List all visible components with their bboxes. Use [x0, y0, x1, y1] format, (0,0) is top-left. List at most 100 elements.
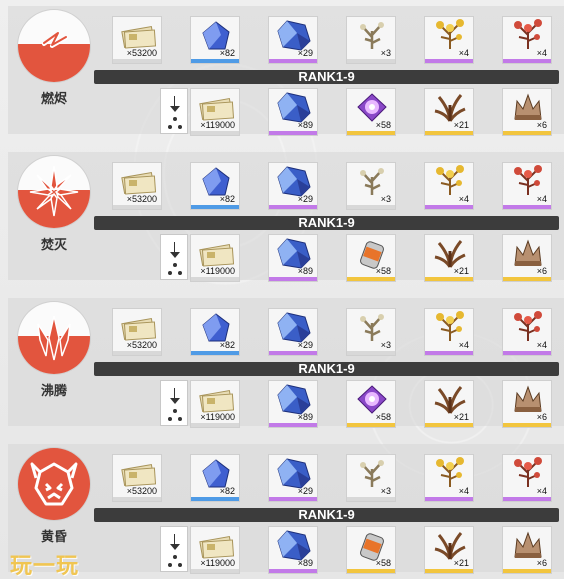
orange-canister-icon	[360, 533, 384, 561]
material-item[interactable]: ×21	[424, 380, 474, 428]
material-item[interactable]: ×82	[190, 454, 240, 502]
material-quantity: ×29	[297, 340, 313, 350]
plant-sprout-icon	[360, 460, 384, 487]
blue-crystal-large-icon	[277, 384, 311, 415]
material-item[interactable]: ×21	[424, 88, 474, 136]
red-plant-icon	[514, 165, 542, 195]
material-item[interactable]: ×119000	[190, 380, 240, 428]
material-item[interactable]: ×3	[346, 308, 396, 356]
orange-canister-icon	[360, 241, 384, 269]
quality-stripe	[347, 277, 395, 281]
element-block-0: 燃烬 RANK1-9 ×53200 ×82 ×29 ×3 ×4 ×4 ×119000 ×89 ×…	[0, 6, 564, 136]
material-quantity: ×119000	[200, 266, 235, 276]
material-quantity: ×21	[453, 120, 469, 130]
material-quantity: ×29	[297, 194, 313, 204]
material-item[interactable]: ×58	[346, 234, 396, 282]
quality-stripe	[113, 205, 161, 209]
material-quantity: ×29	[297, 486, 313, 496]
plant-sprout-icon	[360, 168, 384, 195]
material-item[interactable]: ×29	[268, 16, 318, 64]
material-item[interactable]: ×119000	[190, 88, 240, 136]
material-quantity: ×21	[453, 266, 469, 276]
material-quantity: ×4	[536, 486, 547, 496]
material-item[interactable]: ×89	[268, 380, 318, 428]
quality-stripe	[191, 277, 239, 281]
quality-stripe	[425, 59, 473, 63]
material-item[interactable]: ×6	[502, 234, 552, 282]
material-item[interactable]: ×89	[268, 234, 318, 282]
material-item[interactable]: ×29	[268, 454, 318, 502]
material-item[interactable]: ×3	[346, 162, 396, 210]
material-item[interactable]: ×4	[502, 162, 552, 210]
material-item[interactable]: ×4	[502, 16, 552, 64]
quality-stripe	[191, 131, 239, 135]
blue-crystal-small-icon	[202, 313, 230, 342]
quality-stripe	[269, 351, 317, 355]
credit-bills-icon	[121, 317, 157, 341]
material-item[interactable]: ×4	[502, 454, 552, 502]
rank-label: RANK1-9	[94, 362, 559, 376]
material-quantity: ×4	[458, 486, 469, 496]
quality-stripe	[503, 131, 551, 135]
material-item[interactable]: ×6	[502, 526, 552, 574]
watermark-logo: 玩一玩	[10, 553, 80, 578]
material-quantity: ×53200	[126, 486, 157, 496]
material-quantity: ×4	[458, 340, 469, 350]
material-quantity: ×6	[536, 558, 547, 568]
gold-plant-icon	[436, 165, 464, 195]
material-item[interactable]: ×82	[190, 162, 240, 210]
material-item[interactable]: ×82	[190, 308, 240, 356]
material-item[interactable]: ×119000	[190, 234, 240, 282]
quality-stripe	[503, 423, 551, 427]
material-item[interactable]: ×58	[346, 526, 396, 574]
material-item[interactable]: ×4	[424, 454, 474, 502]
material-item[interactable]: ×3	[346, 454, 396, 502]
blue-crystal-large-icon	[277, 20, 311, 51]
quality-stripe	[191, 205, 239, 209]
element-name: 燃烬	[40, 91, 67, 106]
material-item[interactable]: ×53200	[112, 454, 162, 502]
quality-stripe	[269, 423, 317, 427]
quality-stripe	[425, 205, 473, 209]
element-block-1: 焚灭 RANK1-9 ×53200 ×82 ×29 ×3 ×4 ×4 ×119000 ×89 ×…	[0, 152, 564, 282]
quality-stripe	[503, 569, 551, 573]
material-item[interactable]: ×4	[502, 308, 552, 356]
material-item[interactable]: ×4	[424, 308, 474, 356]
material-item[interactable]: ×58	[346, 380, 396, 428]
quality-stripe	[191, 423, 239, 427]
material-item[interactable]: ×89	[268, 526, 318, 574]
material-quantity: ×89	[297, 120, 313, 130]
material-item[interactable]: ×4	[424, 162, 474, 210]
material-item[interactable]: ×29	[268, 162, 318, 210]
material-quantity: ×119000	[200, 120, 235, 130]
material-item[interactable]: ×21	[424, 526, 474, 574]
material-item[interactable]: ×58	[346, 88, 396, 136]
material-item[interactable]: ×6	[502, 88, 552, 136]
upgrade-arrow-icon	[160, 234, 188, 280]
material-quantity: ×53200	[126, 194, 157, 204]
rank-label: RANK1-9	[94, 508, 559, 522]
material-item[interactable]: ×53200	[112, 308, 162, 356]
material-item[interactable]: ×89	[268, 88, 318, 136]
material-item[interactable]: ×82	[190, 16, 240, 64]
material-quantity: ×58	[375, 558, 391, 568]
material-item[interactable]: ×6	[502, 380, 552, 428]
quality-stripe	[347, 351, 395, 355]
material-item[interactable]: ×53200	[112, 162, 162, 210]
brown-plant-icon	[434, 240, 466, 268]
quality-stripe	[425, 131, 473, 135]
material-item[interactable]: ×29	[268, 308, 318, 356]
material-item[interactable]: ×53200	[112, 16, 162, 64]
quality-stripe	[425, 277, 473, 281]
quality-stripe	[347, 59, 395, 63]
quality-stripe	[503, 59, 551, 63]
quality-stripe	[113, 351, 161, 355]
material-item[interactable]: ×4	[424, 16, 474, 64]
material-item[interactable]: ×3	[346, 16, 396, 64]
material-item[interactable]: ×119000	[190, 526, 240, 574]
blue-crystal-small-icon	[202, 167, 230, 196]
material-item[interactable]: ×21	[424, 234, 474, 282]
quality-stripe	[425, 497, 473, 501]
credit-bills-icon	[199, 535, 235, 559]
quality-stripe	[425, 569, 473, 573]
